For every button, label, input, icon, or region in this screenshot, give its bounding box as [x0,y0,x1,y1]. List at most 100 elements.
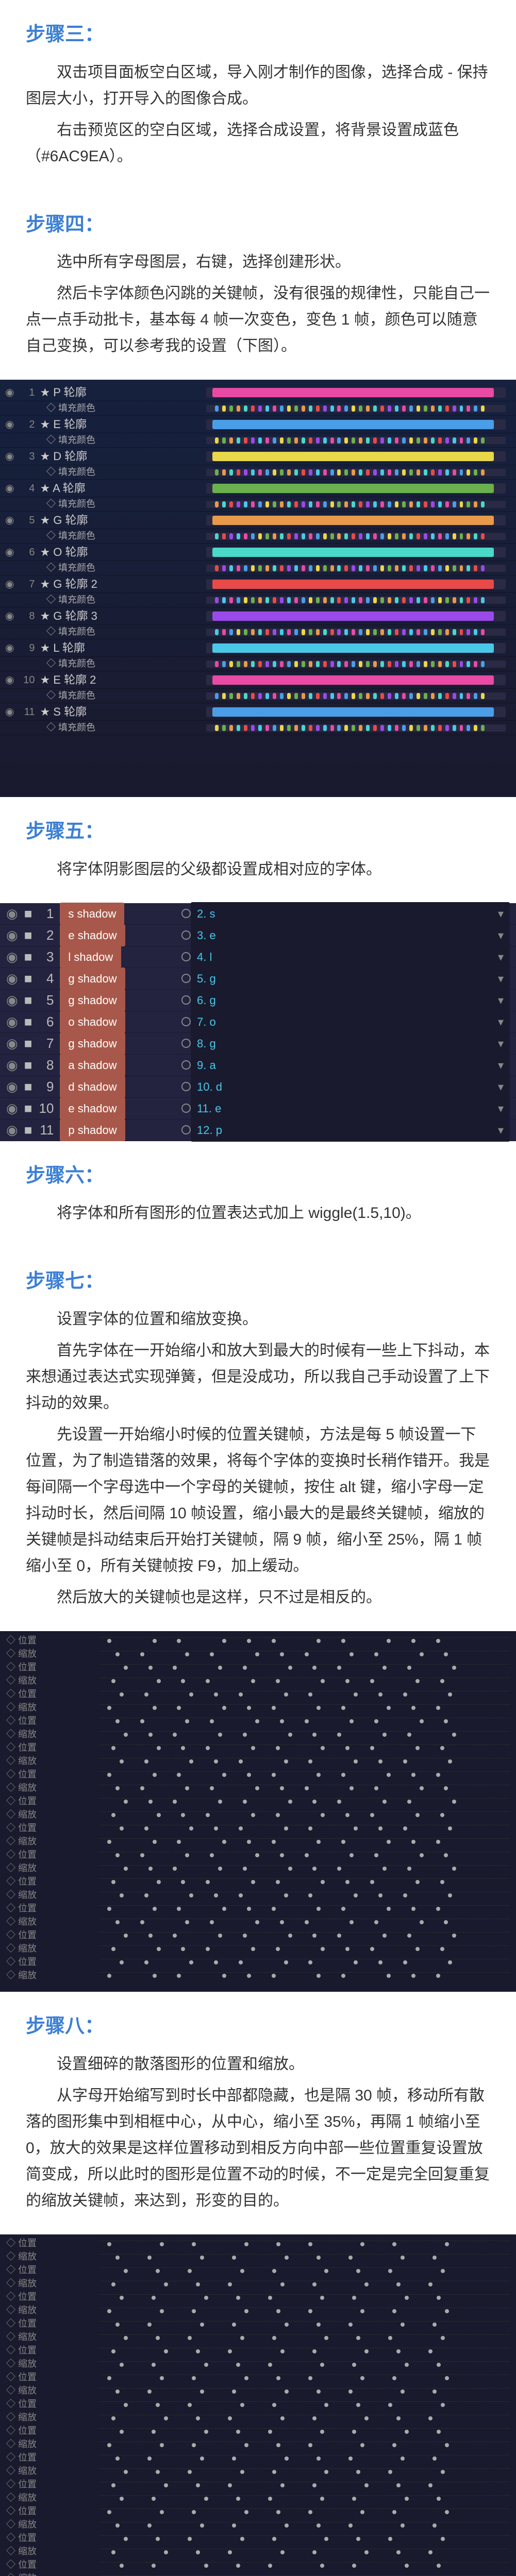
parent-panel-row[interactable]: ◉■5 g shadow 6. g ▾ [0,990,516,1011]
pickwhip-icon[interactable] [181,952,191,961]
timeline-layer-row[interactable]: ◉11★ S 轮廓 [0,703,516,721]
keyframe-row[interactable]: ◇ 位置 [0,2425,516,2438]
pickwhip-icon[interactable] [181,909,191,918]
timeline-layer-row[interactable]: ◉7★ G 轮廓 2 [0,575,516,593]
parent-dropdown[interactable]: 2. s ▾ [191,902,510,925]
parent-dropdown[interactable]: 4. l ▾ [191,945,510,969]
parent-panel-row[interactable]: ◉■4 g shadow 5. g ▾ [0,968,516,990]
keyframe-row[interactable]: ◇ 缩放 [0,2438,516,2451]
keyframe-row[interactable]: ◇ 缩放 [0,2545,516,2558]
keyframe-row[interactable]: ◇ 位置 [0,2478,516,2492]
pickwhip-icon[interactable] [181,1060,191,1070]
timeline-layer-row[interactable]: ◉5★ G 轮廓 [0,512,516,529]
keyframe-row[interactable]: ◇ 缩放 [0,1781,516,1794]
keyframe-row[interactable]: ◇ 位置 [0,1902,516,1915]
pickwhip-icon[interactable] [181,930,191,940]
parent-dropdown[interactable]: 5. g ▾ [191,967,510,990]
keyframe-row[interactable]: ◇ 位置 [0,1928,516,1942]
keyframe-row[interactable]: ◇ 位置 [0,2237,516,2250]
keyframe-row[interactable]: ◇ 缩放 [0,1674,516,1687]
keyframe-row[interactable]: ◇ 缩放 [0,1835,516,1848]
keyframe-row[interactable]: ◇ 缩放 [0,2384,516,2398]
parent-dropdown[interactable]: 11. e ▾ [191,1097,510,1120]
keyframe-row[interactable]: ◇ 缩放 [0,1861,516,1875]
parent-dropdown[interactable]: 10. d ▾ [191,1075,510,1098]
keyframe-row[interactable]: ◇ 缩放 [0,2331,516,2344]
keyframe-row[interactable]: ◇ 缩放 [0,2492,516,2505]
parent-dropdown[interactable]: 6. g ▾ [191,989,510,1012]
parent-panel-row[interactable]: ◉■10 e shadow 11. e ▾ [0,1098,516,1120]
keyframe-row[interactable]: ◇ 缩放 [0,1969,516,1982]
keyframe-row[interactable]: ◇ 位置 [0,2532,516,2545]
keyframe-row[interactable]: ◇ 位置 [0,1768,516,1781]
keyframe-row[interactable]: ◇ 位置 [0,1821,516,1835]
keyframe-row[interactable]: ◇ 位置 [0,2505,516,2518]
parent-dropdown[interactable]: 8. g ▾ [191,1032,510,1055]
timeline-layer-row[interactable]: ◉8★ G 轮廓 3 [0,607,516,625]
keyframe-row[interactable]: ◇ 缩放 [0,1915,516,1928]
pickwhip-icon[interactable] [181,995,191,1005]
keyframe-row[interactable]: ◇ 缩放 [0,1647,516,1660]
timeline-fill-row: ◇ 填充颜色 [0,593,516,607]
keyframe-row[interactable]: ◇ 缩放 [0,1808,516,1821]
keyframe-row[interactable]: ◇ 位置 [0,2317,516,2331]
parent-panel-row[interactable]: ◉■3 l shadow 4. l ▾ [0,946,516,968]
parent-panel-row[interactable]: ◉■1 s shadow 2. s ▾ [0,903,516,925]
parent-dropdown[interactable]: 9. a ▾ [191,1054,510,1077]
keyframe-row[interactable]: ◇ 缩放 [0,2277,516,2291]
timeline-layer-row[interactable]: ◉10★ E 轮廓 2 [0,671,516,689]
keyframe-row[interactable]: ◇ 位置 [0,2344,516,2358]
keyframe-row[interactable]: ◇ 位置 [0,1714,516,1727]
step6-title: 步骤六： [26,1159,490,1193]
pickwhip-icon[interactable] [181,1039,191,1048]
keyframe-row[interactable]: ◇ 缩放 [0,1754,516,1768]
parent-panel-row[interactable]: ◉■6 o shadow 7. o ▾ [0,1011,516,1033]
parent-dropdown[interactable]: 12. p ▾ [191,1118,510,1142]
keyframe-row[interactable]: ◇ 位置 [0,2264,516,2277]
keyframe-row[interactable]: ◇ 位置 [0,1687,516,1701]
keyframe-row[interactable]: ◇ 位置 [0,2371,516,2384]
pickwhip-icon[interactable] [181,1082,191,1091]
keyframe-row[interactable]: ◇ 位置 [0,1634,516,1647]
keyframe-row[interactable]: ◇ 位置 [0,2291,516,2304]
parent-dropdown[interactable]: 3. e ▾ [191,924,510,947]
keyframe-row[interactable]: ◇ 缩放 [0,2518,516,2532]
keyframe-row[interactable]: ◇ 缩放 [0,2304,516,2317]
timeline-layer-row[interactable]: ◉2★ E 轮廓 [0,416,516,433]
parent-panel-row[interactable]: ◉■7 g shadow 8. g ▾ [0,1033,516,1055]
timeline-layer-row[interactable]: ◉9★ L 轮廓 [0,639,516,657]
pickwhip-icon[interactable] [181,1017,191,1026]
keyframe-row[interactable]: ◇ 缩放 [0,2358,516,2371]
keyframe-row[interactable]: ◇ 位置 [0,1794,516,1808]
parent-panel-row[interactable]: ◉■2 e shadow 3. e ▾ [0,925,516,946]
keyframe-row[interactable]: ◇ 缩放 [0,1888,516,1902]
pickwhip-icon[interactable] [181,1125,191,1134]
pickwhip-icon[interactable] [181,974,191,983]
timeline-layer-row[interactable]: ◉6★ O 轮廓 [0,544,516,561]
keyframe-row[interactable]: ◇ 缩放 [0,2250,516,2264]
timeline-layer-row[interactable]: ◉4★ A 轮廓 [0,480,516,497]
pickwhip-icon[interactable] [181,1104,191,1113]
layer-badge: g shadow [60,968,125,990]
keyframe-row[interactable]: ◇ 位置 [0,2451,516,2465]
keyframe-row[interactable]: ◇ 缩放 [0,2411,516,2425]
timeline-layer-row[interactable]: ◉3★ D 轮廓 [0,448,516,465]
keyframe-row[interactable]: ◇ 位置 [0,2398,516,2411]
keyframe-row[interactable]: ◇ 缩放 [0,2465,516,2478]
keyframe-row[interactable]: ◇ 位置 [0,1660,516,1674]
keyframe-row[interactable]: ◇ 位置 [0,1875,516,1888]
parent-panel-row[interactable]: ◉■9 d shadow 10. d ▾ [0,1076,516,1098]
timeline-layer-row[interactable]: ◉1★ P 轮廓 [0,384,516,401]
parent-panel-row[interactable]: ◉■8 a shadow 9. a ▾ [0,1055,516,1076]
keyframe-row[interactable]: ◇ 缩放 [0,1727,516,1741]
parent-panel-row[interactable]: ◉■11 p shadow 12. p ▾ [0,1120,516,1141]
keyframe-row[interactable]: ◇ 缩放 [0,1701,516,1714]
keyframe-row[interactable]: ◇ 位置 [0,2558,516,2572]
keyframe-row[interactable]: ◇ 缩放 [0,2572,516,2576]
keyframe-row[interactable]: ◇ 缩放 [0,1942,516,1955]
parent-dropdown[interactable]: 7. o ▾ [191,1010,510,1033]
keyframe-row[interactable]: ◇ 位置 [0,1741,516,1754]
step7-p4: 然后放大的关键帧也是这样，只不过是相反的。 [26,1584,490,1611]
keyframe-row[interactable]: ◇ 位置 [0,1955,516,1969]
keyframe-row[interactable]: ◇ 位置 [0,1848,516,1861]
